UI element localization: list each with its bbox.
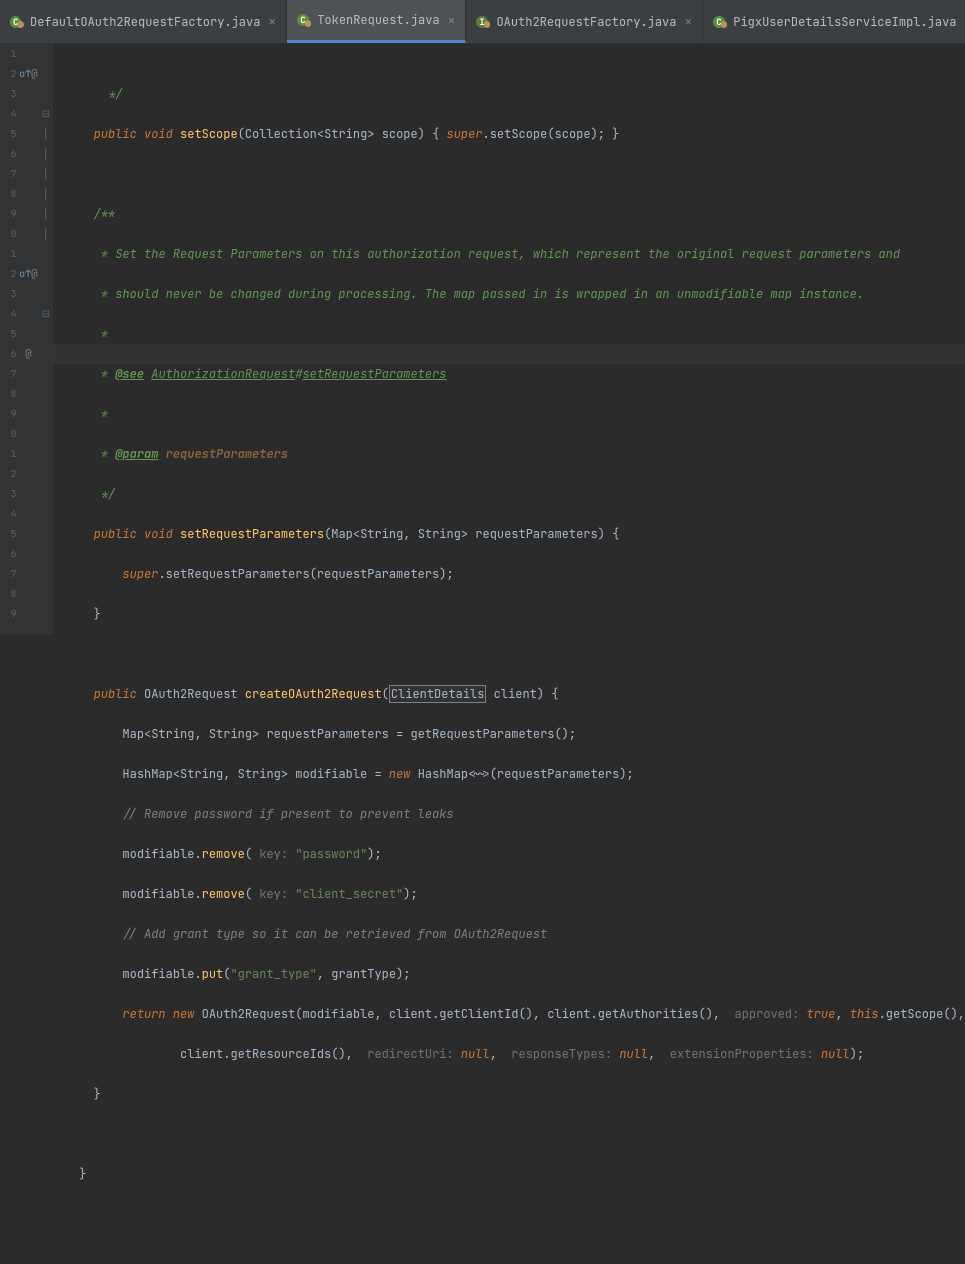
tab-label: PigxUserDetailsServiceImpl.java — [733, 14, 956, 30]
tab-token-request[interactable]: C TokenRequest.java × — [287, 0, 466, 43]
fold-column[interactable] — [38, 44, 53, 634]
override-icon[interactable]: o↑ — [19, 264, 31, 284]
editor-tabs: C DefaultOAuth2RequestFactory.java × C T… — [0, 0, 965, 44]
code-area[interactable]: */ public void setScope(Collection<Strin… — [53, 44, 965, 634]
annotation-icon: @ — [25, 344, 32, 364]
annotation-icon: @ — [31, 264, 38, 284]
close-icon[interactable]: × — [448, 12, 456, 29]
java-interface-icon: I — [476, 15, 490, 29]
annotation-icon: @ — [31, 64, 38, 84]
override-icon[interactable]: o↑ — [19, 64, 31, 84]
tab-default-oauth2-request-factory[interactable]: C DefaultOAuth2RequestFactory.java × — [0, 0, 287, 43]
gutter-marks: o↑@ o↑@ @ — [19, 44, 39, 634]
close-icon[interactable]: × — [684, 13, 692, 30]
tab-oauth2-request-factory[interactable]: I OAuth2RequestFactory.java × — [466, 0, 703, 43]
java-class-icon: C — [713, 15, 727, 29]
tab-label: DefaultOAuth2RequestFactory.java — [30, 14, 260, 30]
code-editor[interactable]: 123 456 789 012 345 678 901 234 567 89 o… — [0, 44, 965, 634]
tab-pigx-user-details[interactable]: C PigxUserDetailsServiceImpl.java × — [703, 0, 965, 43]
java-class-icon: C — [297, 13, 311, 27]
java-class-icon: C — [10, 15, 24, 29]
line-numbers: 123 456 789 012 345 678 901 234 567 89 — [0, 44, 19, 634]
tab-label: OAuth2RequestFactory.java — [496, 14, 676, 30]
tab-label: TokenRequest.java — [317, 12, 439, 28]
close-icon[interactable]: × — [268, 13, 276, 30]
